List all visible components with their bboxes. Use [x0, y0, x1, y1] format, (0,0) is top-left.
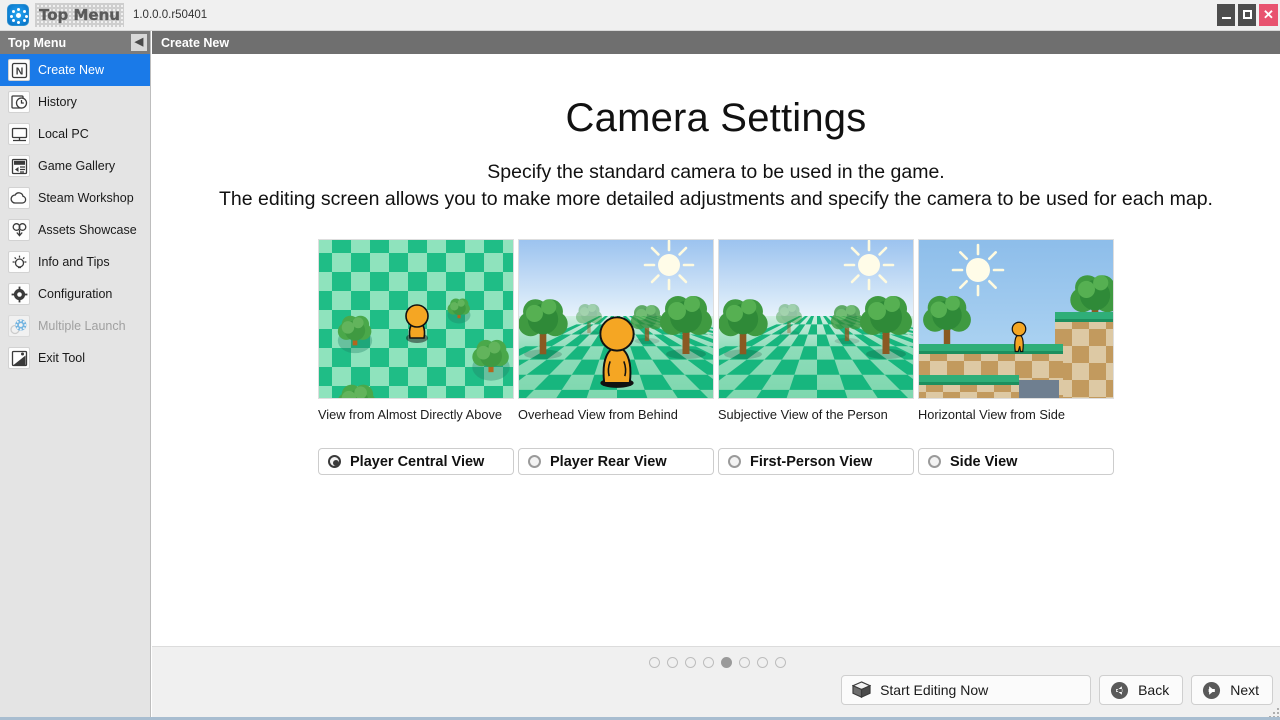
game-gallery-icon — [8, 155, 30, 177]
page-description-line2: The editing screen allows you to make mo… — [172, 186, 1260, 213]
back-label: Back — [1138, 682, 1169, 698]
main-content: Camera Settings Specify the standard cam… — [152, 54, 1280, 646]
app-title: Top Menu — [35, 3, 124, 27]
camera-option-radio-row[interactable]: Player Rear View — [518, 448, 714, 475]
sidebar-item-label: Steam Workshop — [38, 191, 134, 205]
title-bar: Top Menu 1.0.0.0.r50401 ✕ — [0, 0, 1280, 31]
exit-door-icon — [8, 347, 30, 369]
sidebar-item-assets-showcase[interactable]: Assets Showcase — [0, 214, 150, 246]
camera-option-card[interactable]: Overhead View from Behind Player Rear Vi… — [518, 239, 714, 475]
camera-option-radio-label: Player Central View — [350, 454, 484, 470]
pagination-dot-active[interactable] — [721, 657, 732, 668]
sidebar-item-local-pc[interactable]: Local PC — [0, 118, 150, 150]
cloud-icon — [8, 187, 30, 209]
radio-button[interactable] — [528, 455, 541, 468]
camera-option-radio-label: Player Rear View — [550, 454, 667, 470]
camera-preview-top-down-checkerboard-with-character[interactable] — [318, 239, 514, 399]
sidebar-item-label: Local PC — [38, 127, 89, 141]
sidebar-item-info-and-tips[interactable]: Info and Tips — [0, 246, 150, 278]
sidebar: Top Menu ◀ N Create New History Local PC Gam… — [0, 31, 151, 720]
multi-launch-icon — [8, 315, 30, 337]
pagination-dot[interactable] — [775, 657, 786, 668]
camera-option-radio-label: First-Person View — [750, 454, 872, 470]
footer-bar: Start Editing Now Back Next — [152, 646, 1280, 720]
camera-preview-perspective-ground-with-character-from-behind[interactable] — [518, 239, 714, 399]
camera-option-radio-row[interactable]: Player Central View — [318, 448, 514, 475]
page-description: Specify the standard camera to be used i… — [152, 159, 1280, 213]
sidebar-item-label: History — [38, 95, 77, 109]
camera-option-radio-row[interactable]: First-Person View — [718, 448, 914, 475]
sidebar-item-label: Configuration — [38, 287, 112, 301]
sidebar-item-list: N Create New History Local PC Game Gallery St… — [0, 54, 150, 374]
sidebar-item-create-new[interactable]: N Create New — [0, 54, 150, 86]
radio-button[interactable] — [928, 455, 941, 468]
footer-buttons: Start Editing Now Back Next — [841, 675, 1273, 705]
back-button[interactable]: Back — [1099, 675, 1183, 705]
camera-option-caption: Overhead View from Behind — [518, 407, 714, 439]
lightbulb-icon — [8, 251, 30, 273]
camera-option-cards: View from Almost Directly Above Player C… — [152, 239, 1280, 475]
new-document-icon: N — [8, 59, 30, 81]
camera-preview-perspective-ground-no-character[interactable] — [718, 239, 914, 399]
radio-button-selected[interactable] — [328, 455, 341, 468]
camera-option-caption: View from Almost Directly Above — [318, 407, 514, 439]
sidebar-item-label: Info and Tips — [38, 255, 110, 269]
sidebar-item-label: Create New — [38, 63, 104, 77]
start-editing-now-label: Start Editing Now — [880, 682, 988, 698]
sidebar-collapse-icon[interactable]: ◀ — [131, 34, 147, 51]
pagination-dot[interactable] — [739, 657, 750, 668]
sidebar-item-configuration[interactable]: Configuration — [0, 278, 150, 310]
pagination-dot[interactable] — [685, 657, 696, 668]
sidebar-item-multiple-launch: Multiple Launch — [0, 310, 150, 342]
arrow-left-circle-icon — [1110, 681, 1129, 700]
camera-option-card[interactable]: Subjective View of the Person First-Pers… — [718, 239, 914, 475]
start-editing-now-button[interactable]: Start Editing Now — [841, 675, 1091, 705]
history-clock-icon — [8, 91, 30, 113]
maximize-icon[interactable] — [1238, 4, 1256, 26]
sidebar-item-label: Game Gallery — [38, 159, 115, 173]
sidebar-item-label: Multiple Launch — [38, 319, 126, 333]
camera-option-card[interactable]: Horizontal View from Side Side View — [918, 239, 1114, 475]
page-description-line1: Specify the standard camera to be used i… — [172, 159, 1260, 186]
sidebar-header: Top Menu ◀ — [0, 31, 150, 54]
pagination-dot[interactable] — [649, 657, 660, 668]
camera-option-radio-row[interactable]: Side View — [918, 448, 1114, 475]
cube-icon — [852, 681, 871, 699]
page-title: Camera Settings — [152, 96, 1280, 141]
pagination-dots — [649, 657, 786, 668]
sidebar-item-label: Exit Tool — [38, 351, 85, 365]
camera-option-caption: Horizontal View from Side — [918, 407, 1114, 439]
sidebar-item-label: Assets Showcase — [38, 223, 137, 237]
next-button[interactable]: Next — [1191, 675, 1273, 705]
app-logo-icon — [7, 4, 29, 26]
pagination-dot[interactable] — [703, 657, 714, 668]
camera-option-radio-label: Side View — [950, 454, 1017, 470]
next-label: Next — [1230, 682, 1259, 698]
camera-preview-side-scroller-platforms-with-character[interactable] — [918, 239, 1114, 399]
svg-text:N: N — [15, 65, 23, 77]
desktop-pc-icon — [8, 123, 30, 145]
sidebar-header-label: Top Menu — [8, 36, 66, 50]
close-icon[interactable]: ✕ — [1259, 4, 1278, 26]
tab-create-new[interactable]: Create New — [152, 31, 1280, 54]
pagination-dot[interactable] — [667, 657, 678, 668]
camera-option-card[interactable]: View from Almost Directly Above Player C… — [318, 239, 514, 475]
sidebar-item-game-gallery[interactable]: Game Gallery — [0, 150, 150, 182]
app-version-label: 1.0.0.0.r50401 — [133, 9, 207, 21]
sidebar-item-exit-tool[interactable]: Exit Tool — [0, 342, 150, 374]
arrow-right-circle-icon — [1202, 681, 1221, 700]
window-controls: ✕ — [1217, 0, 1280, 31]
tab-create-new-label: Create New — [161, 36, 229, 50]
minimize-icon[interactable] — [1217, 4, 1235, 26]
app-title-text: Top Menu — [35, 6, 124, 24]
camera-option-caption: Subjective View of the Person — [718, 407, 914, 439]
sidebar-item-steam-workshop[interactable]: Steam Workshop — [0, 182, 150, 214]
assets-download-icon — [8, 219, 30, 241]
gear-icon — [8, 283, 30, 305]
radio-button[interactable] — [728, 455, 741, 468]
pagination-dot[interactable] — [757, 657, 768, 668]
sidebar-item-history[interactable]: History — [0, 86, 150, 118]
